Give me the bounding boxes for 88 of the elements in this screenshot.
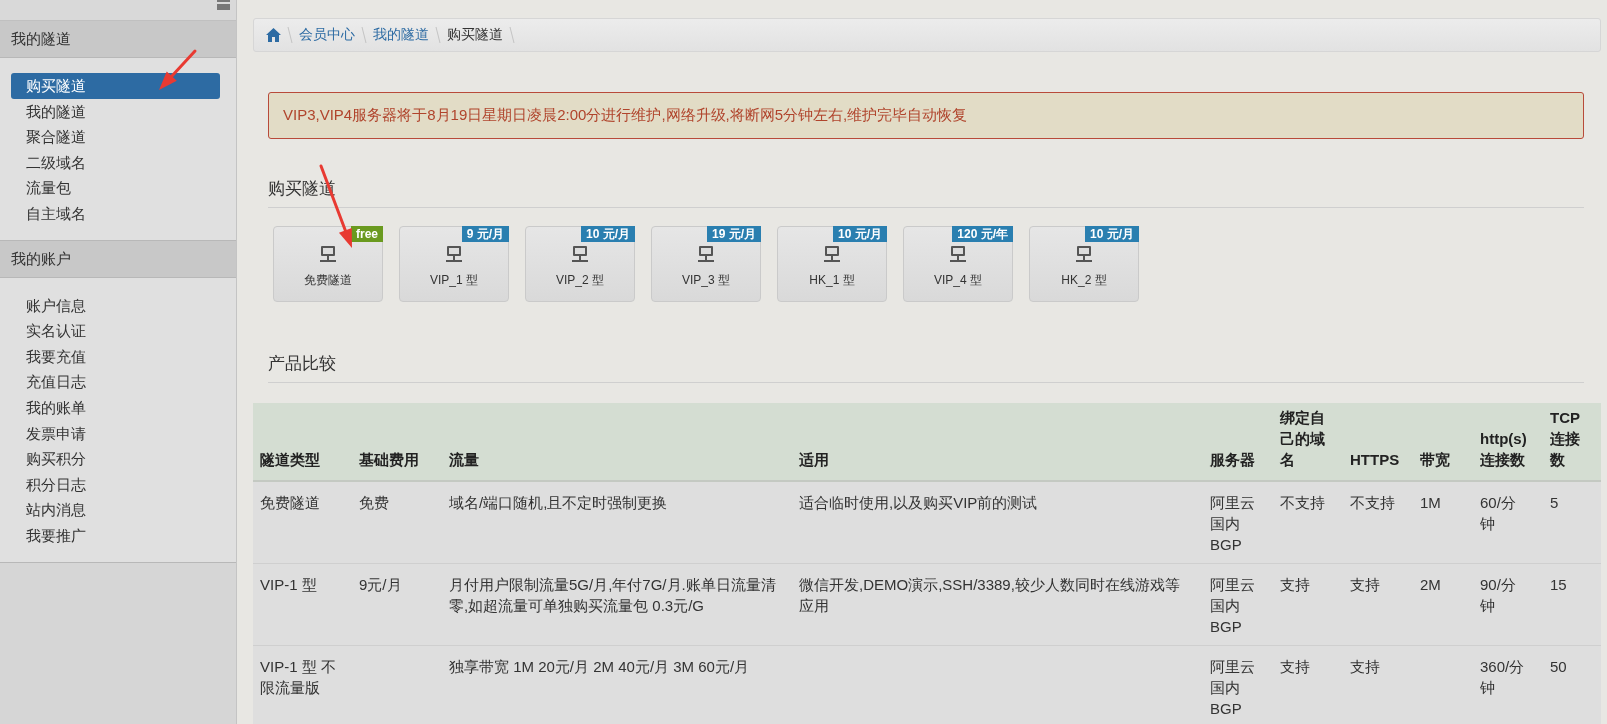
table-cell: 免费隧道 <box>253 481 352 564</box>
price-badge: 19 元/月 <box>707 226 761 242</box>
table-cell: 支持 <box>1273 645 1343 724</box>
server-icon <box>319 245 337 263</box>
table-cell: 独享带宽 1M 20元/月 2M 40元/月 3M 60元/月 <box>442 645 792 724</box>
sidebar-item[interactable]: 二级域名 <box>11 149 220 176</box>
sidebar-item[interactable]: 我要充值 <box>11 343 220 370</box>
product-button[interactable]: 10 元/月 VIP_2 型 <box>525 226 635 302</box>
section-title: 产品比较 <box>268 352 1584 383</box>
column-header: 基础费用 <box>352 403 442 481</box>
table-cell: 支持 <box>1343 645 1413 724</box>
column-header: 隧道类型 <box>253 403 352 481</box>
separator-icon <box>435 25 441 45</box>
table-cell: 9元/月 <box>352 563 442 646</box>
separator-icon <box>509 25 515 45</box>
server-icon <box>823 245 841 263</box>
column-header: 流量 <box>442 403 792 481</box>
table-cell: 15 <box>1543 563 1601 646</box>
table-cell: 5 <box>1543 481 1601 564</box>
table-cell: 不支持 <box>1343 481 1413 564</box>
sidebar-section-title: 我的隧道 <box>0 21 236 58</box>
menu-icon[interactable] <box>217 0 230 10</box>
table-cell: 阿里云国内BGP <box>1203 563 1273 646</box>
table-cell: 阿里云国内BGP <box>1203 645 1273 724</box>
price-badge: 10 元/月 <box>833 226 887 242</box>
table-cell: 域名/端口随机,且不定时强制更换 <box>442 481 792 564</box>
maintenance-alert: VIP3,VIP4服务器将于8月19日星期日凌晨2:00分进行维护,网络升级,将断网5分钟左右,维护完毕自动恢复 <box>268 92 1584 139</box>
price-badge: 10 元/月 <box>581 226 635 242</box>
table-cell: VIP-1 型 不限流量版 <box>253 645 352 724</box>
product-button[interactable]: 120 元/年 VIP_4 型 <box>903 226 1013 302</box>
table-cell: 免费 <box>352 481 442 564</box>
product-button[interactable]: 19 元/月 VIP_3 型 <box>651 226 761 302</box>
sidebar-item[interactable]: 聚合隧道 <box>11 124 220 150</box>
table-cell: 360/分钟 <box>1473 645 1543 724</box>
sidebar-item[interactable]: 购买隧道 <box>11 73 220 99</box>
sidebar-item[interactable]: 充值日志 <box>11 369 220 395</box>
server-icon <box>697 245 715 263</box>
table-cell: 月付用户限制流量5G/月,年付7G/月.账单日流量清零,如超流量可单独购买流量包 0.3元/G <box>442 563 792 646</box>
price-badge: 120 元/年 <box>952 226 1013 242</box>
sidebar-item[interactable]: 购买积分 <box>11 446 220 472</box>
column-header: 绑定自己的域名 <box>1273 403 1343 481</box>
separator-icon <box>361 25 367 45</box>
sidebar-section-title: 我的账户 <box>0 239 236 278</box>
server-icon <box>571 245 589 263</box>
column-header: http(s)连接数 <box>1473 403 1543 481</box>
sidebar-item[interactable]: 我的隧道 <box>11 98 220 125</box>
price-badge: free <box>351 226 383 242</box>
server-icon <box>1075 245 1093 263</box>
breadcrumb-link[interactable]: 会员中心 <box>299 26 355 44</box>
sidebar-item[interactable]: 账户信息 <box>11 292 220 319</box>
price-badge: 10 元/月 <box>1085 226 1139 242</box>
table-cell: 90/分钟 <box>1473 563 1543 646</box>
table-cell: 60/分钟 <box>1473 481 1543 564</box>
column-header: 适用 <box>792 403 1203 481</box>
sidebar-item[interactable]: 积分日志 <box>11 471 220 498</box>
table-cell: 不支持 <box>1273 481 1343 564</box>
separator-icon <box>287 25 293 45</box>
product-button[interactable]: 10 元/月 HK_2 型 <box>1029 226 1139 302</box>
table-cell: 适合临时使用,以及购买VIP前的测试 <box>792 481 1203 564</box>
table-cell: 50 <box>1543 645 1601 724</box>
column-header: 服务器 <box>1203 403 1273 481</box>
product-button[interactable]: 10 元/月 HK_1 型 <box>777 226 887 302</box>
server-icon <box>445 245 463 263</box>
sidebar-item[interactable]: 我要推广 <box>11 522 220 549</box>
product-button[interactable]: free 免费隧道 <box>273 226 383 302</box>
product-button[interactable]: 9 元/月 VIP_1 型 <box>399 226 509 302</box>
breadcrumb-link[interactable]: 我的隧道 <box>373 26 429 44</box>
table-cell: VIP-1 型 <box>253 563 352 646</box>
home-icon[interactable] <box>266 28 281 42</box>
table-cell: 支持 <box>1273 563 1343 646</box>
sidebar-item[interactable]: 发票申请 <box>11 420 220 447</box>
column-header: TCP连接数 <box>1543 403 1601 481</box>
table-cell: 2M <box>1413 563 1473 646</box>
breadcrumb-link[interactable]: 购买隧道 <box>447 26 503 44</box>
column-header: HTTPS <box>1343 403 1413 481</box>
price-badge: 9 元/月 <box>461 226 509 242</box>
sidebar-item[interactable]: 我的账单 <box>11 394 220 421</box>
annotation-arrow <box>159 49 197 90</box>
sidebar-item[interactable]: 自主域名 <box>11 200 220 227</box>
column-header: 带宽 <box>1413 403 1473 481</box>
table-cell: 微信开发,DEMO演示,SSH/3389,较少人数同时在线游戏等应用 <box>792 563 1203 646</box>
table-cell: 1M <box>1413 481 1473 564</box>
sidebar-item[interactable]: 流量包 <box>11 175 220 201</box>
server-icon <box>949 245 967 263</box>
sidebar-item[interactable]: 站内消息 <box>11 497 220 523</box>
table-cell: 支持 <box>1343 563 1413 646</box>
table-cell: 阿里云国内BGP <box>1203 481 1273 564</box>
sidebar-item[interactable]: 实名认证 <box>11 318 220 344</box>
